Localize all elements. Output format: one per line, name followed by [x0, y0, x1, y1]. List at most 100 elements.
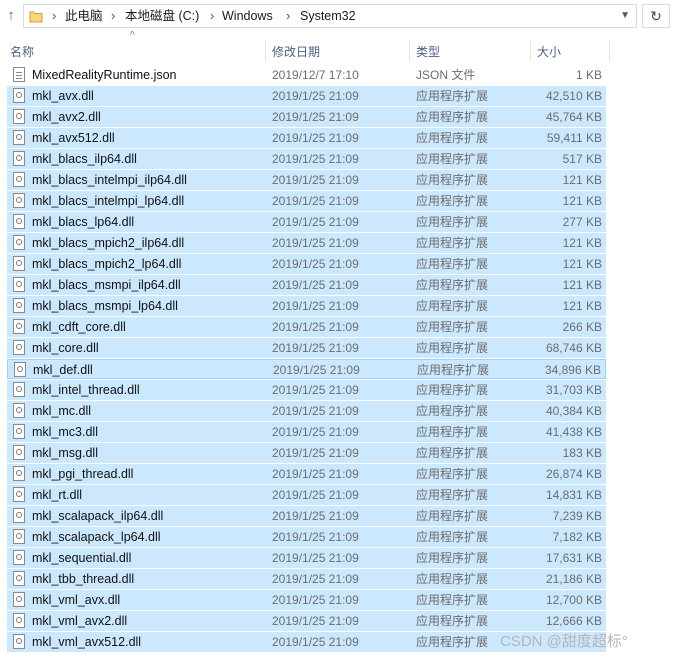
file-type: 应用程序扩展	[416, 278, 489, 292]
column-divider[interactable]	[609, 40, 610, 62]
watermark: CSDN @甜度超标°	[500, 633, 628, 650]
file-row[interactable]: mkl_avx512.dll 2019/1/25 21:09 应用程序扩展 59,41…	[7, 128, 606, 148]
dll-file-icon	[13, 151, 25, 166]
dll-file-icon	[13, 571, 25, 586]
dll-file-icon	[13, 550, 25, 565]
address-bar[interactable]: › 此电脑 › 本地磁盘 (C:) › Windows › System32 ▼	[23, 4, 637, 28]
file-date-modified: 2019/1/25 21:09	[272, 572, 359, 586]
breadcrumb-separator: ›	[210, 8, 215, 23]
file-row[interactable]: mkl_blacs_lp64.dll 2019/1/25 21:09 应用程序扩展 2…	[7, 212, 606, 232]
file-row[interactable]: mkl_vml_avx2.dll 2019/1/25 21:09 应用程序扩展 12,…	[7, 611, 606, 631]
dll-file-icon	[13, 298, 25, 313]
file-row[interactable]: mkl_scalapack_lp64.dll 2019/1/25 21:09 应用程…	[7, 527, 606, 547]
file-date-modified: 2019/1/25 21:09	[272, 299, 359, 313]
file-name: mkl_vml_avx.dll	[32, 593, 121, 607]
file-date-modified: 2019/1/25 21:09	[272, 530, 359, 544]
file-type: 应用程序扩展	[416, 530, 489, 544]
dll-file-icon	[13, 466, 25, 481]
file-size: 121 KB	[562, 278, 602, 292]
dll-file-icon	[13, 529, 25, 544]
column-divider[interactable]	[530, 40, 531, 62]
file-row[interactable]: MixedRealityRuntime.json 2019/12/7 17:10 J…	[7, 65, 606, 85]
file-row[interactable]: mkl_blacs_msmpi_lp64.dll 2019/1/25 21:09 应…	[7, 296, 606, 316]
file-name: mkl_vml_avx2.dll	[32, 614, 128, 628]
file-row[interactable]: mkl_blacs_msmpi_ilp64.dll 2019/1/25 21:09…	[7, 275, 606, 295]
file-row[interactable]: mkl_blacs_intelmpi_lp64.dll 2019/1/25 21:…	[7, 191, 606, 211]
file-date-modified: 2019/1/25 21:09	[273, 363, 360, 377]
file-name: mkl_pgi_thread.dll	[32, 467, 134, 481]
file-type: 应用程序扩展	[416, 173, 489, 187]
file-row[interactable]: mkl_avx.dll 2019/1/25 21:09 应用程序扩展 42,510 K…	[7, 86, 606, 106]
file-row[interactable]: mkl_vml_avx.dll 2019/1/25 21:09 应用程序扩展 12,7…	[7, 590, 606, 610]
file-row[interactable]: mkl_sequential.dll 2019/1/25 21:09 应用程序扩展 1…	[7, 548, 606, 568]
file-type: 应用程序扩展	[416, 551, 489, 565]
column-name-header[interactable]: 名称	[10, 38, 34, 64]
column-divider[interactable]	[409, 40, 410, 62]
dll-file-icon	[13, 130, 25, 145]
file-row[interactable]: mkl_blacs_mpich2_ilp64.dll 2019/1/25 21:0…	[7, 233, 606, 253]
breadcrumb-separator: ›	[52, 8, 57, 23]
file-name: mkl_tbb_thread.dll	[32, 572, 135, 586]
file-type: 应用程序扩展	[416, 425, 489, 439]
file-row[interactable]: mkl_cdft_core.dll 2019/1/25 21:09 应用程序扩展 26…	[7, 317, 606, 337]
file-name: mkl_vml_avx512.dll	[32, 635, 142, 649]
file-row[interactable]: mkl_core.dll 2019/1/25 21:09 应用程序扩展 68,746 …	[7, 338, 606, 358]
column-type-header[interactable]: 类型	[416, 38, 440, 64]
file-type: 应用程序扩展	[416, 593, 489, 607]
breadcrumb-this-pc[interactable]: 此电脑	[65, 5, 103, 27]
column-divider[interactable]	[265, 40, 266, 62]
file-row[interactable]: mkl_mc.dll 2019/1/25 21:09 应用程序扩展 40,384 KB	[7, 401, 606, 421]
file-type: 应用程序扩展	[416, 404, 489, 418]
file-size: 31,703 KB	[545, 383, 602, 397]
breadcrumb-windows[interactable]: Windows	[222, 5, 273, 27]
file-row[interactable]: mkl_def.dll 2019/1/25 21:09 应用程序扩展 34,896 K…	[7, 359, 606, 379]
file-name: mkl_core.dll	[32, 341, 99, 355]
file-name: mkl_blacs_intelmpi_ilp64.dll	[32, 173, 187, 187]
file-type: 应用程序扩展	[416, 509, 489, 523]
file-name: mkl_rt.dll	[32, 488, 83, 502]
file-date-modified: 2019/1/25 21:09	[272, 404, 359, 418]
file-row[interactable]: mkl_mc3.dll 2019/1/25 21:09 应用程序扩展 41,438 K…	[7, 422, 606, 442]
file-size: 266 KB	[562, 320, 602, 334]
file-type: 应用程序扩展	[416, 89, 489, 103]
dll-file-icon	[13, 403, 25, 418]
file-size: 14,831 KB	[545, 488, 602, 502]
dll-file-icon	[13, 109, 25, 124]
file-type: 应用程序扩展	[416, 635, 489, 649]
file-row[interactable]: mkl_scalapack_ilp64.dll 2019/1/25 21:09 应用…	[7, 506, 606, 526]
dll-file-icon	[13, 382, 25, 397]
file-row[interactable]: mkl_blacs_mpich2_lp64.dll 2019/1/25 21:09…	[7, 254, 606, 274]
dll-file-icon	[13, 340, 25, 355]
file-row[interactable]: mkl_blacs_intelmpi_ilp64.dll 2019/1/25 21…	[7, 170, 606, 190]
up-arrow-icon[interactable]: ↑	[2, 6, 20, 26]
file-row[interactable]: mkl_intel_thread.dll 2019/1/25 21:09 应用程序扩…	[7, 380, 606, 400]
file-size: 1 KB	[575, 68, 602, 82]
file-row[interactable]: mkl_tbb_thread.dll 2019/1/25 21:09 应用程序扩展 2…	[7, 569, 606, 589]
file-row[interactable]: mkl_avx2.dll 2019/1/25 21:09 应用程序扩展 45,764 …	[7, 107, 606, 127]
file-type: 应用程序扩展	[416, 446, 489, 460]
breadcrumb-local-disk[interactable]: 本地磁盘 (C:)	[125, 5, 199, 27]
file-type: 应用程序扩展	[417, 363, 490, 377]
file-date-modified: 2019/1/25 21:09	[272, 236, 359, 250]
file-name: mkl_intel_thread.dll	[32, 383, 140, 397]
dll-file-icon	[13, 445, 25, 460]
file-name: mkl_blacs_msmpi_ilp64.dll	[32, 278, 181, 292]
dll-file-icon	[13, 193, 25, 208]
column-date-header[interactable]: 修改日期	[272, 38, 320, 64]
file-row[interactable]: mkl_msg.dll 2019/1/25 21:09 应用程序扩展 183 KB	[7, 443, 606, 463]
file-date-modified: 2019/1/25 21:09	[272, 278, 359, 292]
refresh-icon[interactable]: ↻	[642, 4, 670, 28]
dll-file-icon	[13, 256, 25, 271]
file-date-modified: 2019/1/25 21:09	[272, 509, 359, 523]
file-row[interactable]: mkl_blacs_ilp64.dll 2019/1/25 21:09 应用程序扩展…	[7, 149, 606, 169]
file-type: 应用程序扩展	[416, 236, 489, 250]
chevron-down-icon[interactable]: ▼	[620, 5, 630, 27]
file-type: 应用程序扩展	[416, 614, 489, 628]
dll-file-icon	[13, 508, 25, 523]
dll-file-icon	[13, 487, 25, 502]
breadcrumb-system32[interactable]: System32	[300, 5, 356, 27]
column-size-header[interactable]: 大小	[537, 38, 561, 64]
folder-icon	[29, 11, 43, 23]
file-row[interactable]: mkl_pgi_thread.dll 2019/1/25 21:09 应用程序扩展 2…	[7, 464, 606, 484]
file-row[interactable]: mkl_rt.dll 2019/1/25 21:09 应用程序扩展 14,831 KB	[7, 485, 606, 505]
